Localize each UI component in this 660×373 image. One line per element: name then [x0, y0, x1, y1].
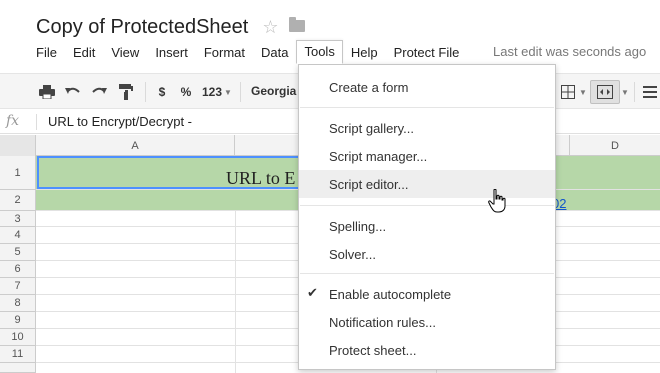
row-header-5[interactable]: 5 [0, 244, 36, 261]
formula-input[interactable]: URL to Encrypt/Decrypt - [48, 114, 192, 129]
row-header-9[interactable]: 9 [0, 312, 36, 329]
folder-icon[interactable] [288, 17, 305, 32]
number-format-button[interactable]: 123 [201, 83, 223, 101]
row-header-12[interactable] [0, 363, 36, 373]
select-all-corner[interactable] [0, 135, 36, 156]
align-icon[interactable] [642, 83, 658, 101]
tools-menu-dropdown: Create a form Script gallery... Script m… [298, 64, 556, 370]
menu-edit[interactable]: Edit [65, 41, 103, 64]
fx-icon: fx [6, 113, 20, 129]
cell-a1-text: URL to E [226, 168, 296, 188]
print-icon[interactable] [38, 83, 56, 101]
row-header-4[interactable]: 4 [0, 227, 36, 244]
redo-icon[interactable] [90, 83, 108, 101]
percent-format-button[interactable]: % [180, 83, 192, 101]
row-header-6[interactable]: 6 [0, 261, 36, 278]
menu-protect-file[interactable]: Protect File [386, 41, 468, 64]
hand-cursor-icon [488, 188, 506, 216]
column-divider [235, 211, 236, 373]
star-icon[interactable]: ☆ [262, 17, 278, 38]
row-header-8[interactable]: 8 [0, 295, 36, 312]
menu-item-script-editor[interactable]: Script editor... [299, 170, 555, 198]
paint-format-icon[interactable] [117, 83, 135, 101]
menu-file[interactable]: File [28, 41, 65, 64]
chevron-down-icon[interactable]: ▼ [621, 83, 629, 101]
menu-item-spelling[interactable]: Spelling... [299, 212, 555, 240]
font-family-select[interactable]: Georgia [251, 84, 296, 98]
undo-icon[interactable] [64, 83, 82, 101]
toolbar-divider [145, 82, 146, 102]
menu-tools[interactable]: Tools [296, 40, 343, 64]
menu-help[interactable]: Help [343, 41, 386, 64]
menu-item-protect-sheet[interactable]: Protect sheet... [299, 336, 555, 364]
row-header-1[interactable]: 1 [0, 156, 36, 190]
menu-item-label: Enable autocomplete [329, 286, 452, 302]
borders-icon[interactable] [560, 83, 576, 101]
menu-data[interactable]: Data [253, 41, 296, 64]
menu-item-script-gallery[interactable]: Script gallery... [299, 114, 555, 142]
menu-item-solver[interactable]: Solver... [299, 240, 555, 268]
menu-insert[interactable]: Insert [147, 41, 196, 64]
menu-item-script-manager[interactable]: Script manager... [299, 142, 555, 170]
last-edit-status[interactable]: Last edit was seconds ago [493, 44, 646, 59]
title-row: Copy of ProtectedSheet ☆ [36, 13, 305, 41]
menu-divider [300, 273, 554, 274]
menu-format[interactable]: Format [196, 41, 253, 64]
column-header-d[interactable]: D [570, 135, 660, 156]
chevron-down-icon[interactable]: ▼ [579, 83, 587, 101]
menu-view[interactable]: View [103, 41, 147, 64]
chevron-down-icon[interactable]: ▼ [224, 83, 232, 101]
toolbar-divider [240, 82, 241, 102]
row-header-7[interactable]: 7 [0, 278, 36, 295]
menu-divider [300, 205, 554, 206]
menu-bar: File Edit View Insert Format Data Tools … [28, 40, 467, 64]
row-header-3[interactable]: 3 [0, 211, 36, 227]
merge-cells-icon[interactable] [596, 83, 614, 101]
menu-item-notification-rules[interactable]: Notification rules... [299, 308, 555, 336]
menu-divider [300, 107, 554, 108]
toolbar-divider [634, 82, 635, 102]
check-icon: ✔ [307, 285, 318, 300]
row-header-2[interactable]: 2 [0, 190, 36, 211]
menu-item-create-form[interactable]: Create a form [299, 73, 555, 101]
column-header-a[interactable]: A [36, 135, 235, 156]
currency-format-button[interactable]: $ [156, 83, 168, 101]
document-title[interactable]: Copy of ProtectedSheet [36, 16, 248, 39]
row-header-11[interactable]: 11 [0, 346, 36, 363]
menu-item-enable-autocomplete[interactable]: ✔ Enable autocomplete [299, 280, 555, 308]
formula-divider [36, 114, 37, 130]
row-header-10[interactable]: 10 [0, 329, 36, 346]
